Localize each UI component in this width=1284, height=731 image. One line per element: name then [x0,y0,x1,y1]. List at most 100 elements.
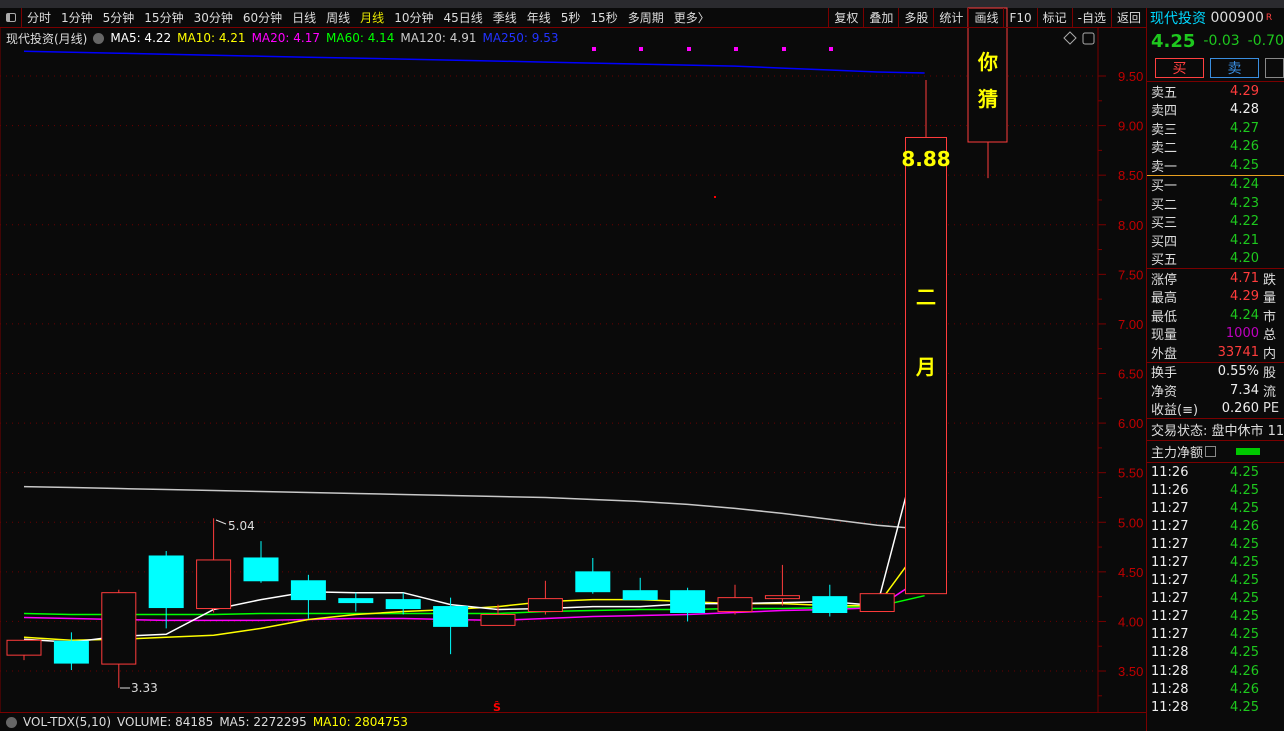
guess-candle [967,7,1008,143]
row-value: 1000 [1225,326,1259,342]
panel-toggle-icon[interactable] [1082,32,1095,45]
candle-up [764,595,800,600]
period-tab[interactable]: 30分钟 [189,9,238,26]
low-label: 3.33 [131,681,158,695]
quote-row: 卖二 4.26 [1147,138,1284,156]
period-tab[interactable]: 多周期 [623,9,669,26]
tick-time: 11:27 [1151,591,1189,607]
quote-row: 换手 0.55% 股 [1147,363,1284,381]
toolbar-button[interactable]: 多股 [898,8,933,27]
toolbar-button[interactable]: 画线 [968,8,1003,27]
ma120-value: MA120: 4.91 [400,31,477,45]
ma-legend: 现代投资(月线) MA5: 4.22 MA10: 4.21 MA20: 4.17… [6,29,559,47]
tick-price: 4.25 [1230,482,1259,498]
tick-time: 11:27 [1151,627,1189,643]
period-tab[interactable]: 月线 [355,9,389,26]
toolbar-button[interactable]: 标记 [1036,8,1072,27]
signal-dot [782,47,786,51]
row-label: 卖三 [1151,122,1178,138]
candle-up [717,597,753,613]
toolbar-button[interactable]: 返回 [1110,8,1146,27]
row-value: 4.24 [1230,177,1259,193]
row-label: 买四 [1151,234,1178,250]
candle-up [101,592,137,665]
period-tab[interactable]: 周线 [321,9,355,26]
period-tab[interactable]: 分时 [22,9,56,26]
tick-row: 11:27 4.25 [1147,535,1284,553]
candle-down [812,596,848,614]
tick-price: 4.25 [1230,555,1259,571]
toolbar-button[interactable]: 复权 [828,8,863,27]
period-tab[interactable]: 更多〉 [669,9,715,26]
tick-row: 11:28 4.25 [1147,644,1284,662]
period-tab[interactable]: 60分钟 [238,9,287,26]
candlestick-chart[interactable]: 9.50 9.00 8.50 8.00 7.50 7.00 6.50 6.00 5.50 5.00… [0,0,1146,712]
row-value: 4.25 [1230,157,1259,173]
stock-name: 现代投资 [1150,11,1206,27]
toolbar-button[interactable]: 统计 [933,8,968,27]
volume-value: VOLUME: 84185 [117,715,214,729]
diamond-icon[interactable] [1063,31,1077,45]
row-label: 买一 [1151,179,1178,195]
toolbar-button[interactable]: -自选 [1071,8,1111,27]
more-button[interactable] [1265,58,1284,78]
period-tab[interactable]: 10分钟 [389,9,438,26]
month-label: 月 [915,355,936,379]
period-tab[interactable]: 年线 [522,9,556,26]
period-tab[interactable]: 15分钟 [139,9,188,26]
stock-code: 000900 [1210,10,1264,26]
candle-up [480,613,516,626]
quote-row: 卖四 4.28 [1147,101,1284,119]
row-value: 33741 [1217,344,1259,360]
toolbar-button[interactable]: 叠加 [863,8,898,27]
tick-row: 11:28 4.25 [1147,698,1284,716]
tick-price: 4.25 [1230,609,1259,625]
price-tick-label: 5.00 [1118,515,1143,530]
list-icon[interactable] [1205,446,1217,457]
candle-down [53,640,89,664]
row-value: 4.21 [1230,232,1259,248]
sell-signal-icon: Ŝ [493,701,501,712]
signal-dot [829,47,833,51]
sidebar-toggle-icon[interactable] [0,8,22,27]
period-tab[interactable]: 1分钟 [56,9,98,26]
period-tab[interactable]: 5秒 [556,9,586,26]
candle-down [670,590,706,614]
tick-row: 11:27 4.25 [1147,590,1284,608]
volume-legend: VOL-TDX(5,10) VOLUME: 84185 MA5: 2272295… [0,712,1146,731]
quote-row: 收益(≡) 0.260 PE [1147,400,1284,418]
tick-time: 11:27 [1151,555,1189,571]
price-tick-label: 7.00 [1118,317,1143,332]
row-value: 0.260 [1221,401,1259,417]
buy-button[interactable]: 买 [1155,58,1205,78]
high-arrow [215,519,227,525]
tick-price: 4.25 [1230,645,1259,661]
tick-row: 11:27 4.25 [1147,626,1284,644]
signal-dot [687,47,691,51]
dropdown-icon[interactable] [6,716,17,728]
tick-time: 11:26 [1151,464,1189,480]
row-label: 买二 [1151,197,1178,213]
signal-dot [734,47,738,51]
period-tab[interactable]: 日线 [287,9,321,26]
candle-up [6,639,42,656]
quote-row: 卖一 4.25 [1147,156,1284,175]
row-value: 4.22 [1230,214,1259,230]
quote-panel: 现代投资 000900R 4.25-0.03-0.70% 买 卖 卖五4.29卖… [1146,8,1284,731]
period-tab[interactable]: 45日线 [438,9,487,26]
period-tab[interactable]: 5分钟 [98,9,140,26]
tick-row: 11:27 4.25 [1147,553,1284,571]
toolbar-button[interactable]: F10 [1003,8,1036,27]
row-label-truncated: 跌 [1263,272,1277,288]
period-tab[interactable]: 15秒 [585,9,622,26]
candle-down [243,557,279,582]
quote-row: 外盘 33741 内 [1147,343,1284,362]
tick-price: 4.25 [1230,591,1259,607]
chart-title: 现代投资(月线) [6,31,88,46]
sell-button[interactable]: 卖 [1210,58,1260,78]
row-value: 4.27 [1230,120,1259,136]
dropdown-icon[interactable] [93,32,105,44]
period-tab[interactable]: 季线 [488,9,522,26]
row-value: 7.34 [1230,382,1259,398]
close-label: 8.88 [901,147,950,171]
